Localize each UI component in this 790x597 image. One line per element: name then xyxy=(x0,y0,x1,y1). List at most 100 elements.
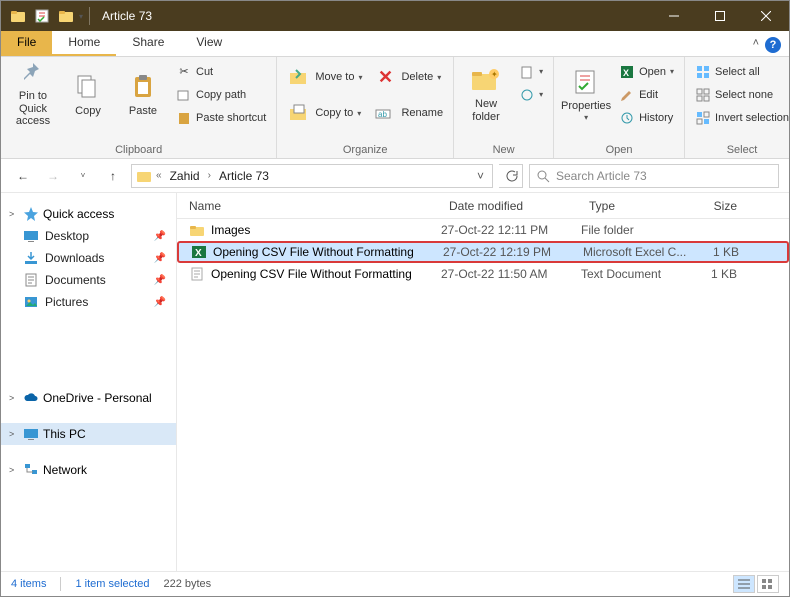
icons-view-button[interactable] xyxy=(757,575,779,593)
easyaccess-icon xyxy=(519,87,535,103)
edit-icon xyxy=(619,87,635,103)
status-items: 4 items xyxy=(11,578,46,590)
ribbon-collapse-icon[interactable]: ˄ xyxy=(753,37,759,49)
file-name: Opening CSV File Without Formatting xyxy=(213,245,414,259)
back-button[interactable]: ← xyxy=(11,164,35,188)
group-clipboard: Pin to Quick access Copy Paste ✂Cut Copy… xyxy=(1,57,277,158)
pasteshortcut-button[interactable]: Paste shortcut xyxy=(172,107,270,128)
navigation-pane: ˃Quick access Desktop📌 Downloads📌 Docume… xyxy=(1,193,177,571)
address-box[interactable]: « Zahid › Article 73 ˅ xyxy=(131,164,493,188)
open-button[interactable]: XOpen▾ xyxy=(615,61,678,82)
clipboard-group-label: Clipboard xyxy=(1,144,276,156)
copy-label: Copy xyxy=(75,105,101,118)
nav-network[interactable]: ˃Network xyxy=(1,459,176,481)
nav-desktop[interactable]: Desktop📌 xyxy=(1,225,176,247)
cut-button[interactable]: ✂Cut xyxy=(172,61,270,82)
forward-button[interactable]: → xyxy=(41,164,65,188)
pin-icon xyxy=(17,60,49,88)
invert-button[interactable]: Invert selection xyxy=(691,107,790,128)
rename-icon: ab xyxy=(373,101,397,125)
group-open: Properties▾ XOpen▾ Edit History Open xyxy=(554,57,685,158)
delete-button[interactable]: ✕Delete▾ xyxy=(369,61,447,93)
nav-downloads[interactable]: Downloads📌 xyxy=(1,247,176,269)
file-name: Images xyxy=(211,223,250,237)
chevron-icon[interactable]: « xyxy=(156,170,162,181)
file-date: 27-Oct-22 11:50 AM xyxy=(441,267,581,281)
col-name[interactable]: Name xyxy=(177,199,441,213)
search-icon xyxy=(536,169,550,183)
newfolder-label: New folder xyxy=(462,98,510,123)
ribbon: Pin to Quick access Copy Paste ✂Cut Copy… xyxy=(1,57,789,159)
copypath-button[interactable]: Copy path xyxy=(172,84,270,105)
select-group-label: Select xyxy=(685,144,790,156)
selectnone-button[interactable]: Select none xyxy=(691,84,790,105)
tab-home[interactable]: Home xyxy=(52,31,116,56)
file-size: 1 KB xyxy=(701,267,761,281)
newfolder-button[interactable]: ✦ New folder xyxy=(460,61,512,127)
star-icon xyxy=(23,206,39,222)
rename-button[interactable]: abRename xyxy=(369,97,447,129)
invert-icon xyxy=(695,110,711,126)
delete-icon: ✕ xyxy=(373,65,397,89)
col-size[interactable]: Size xyxy=(701,199,761,213)
search-placeholder: Search Article 73 xyxy=(556,169,647,183)
nav-documents[interactable]: Documents📌 xyxy=(1,269,176,291)
crumb-article[interactable]: Article 73 xyxy=(215,167,273,185)
address-dropdown[interactable]: ˅ xyxy=(473,169,488,183)
cloud-icon xyxy=(23,390,39,406)
tab-file[interactable]: File xyxy=(1,31,52,56)
documents-icon xyxy=(23,272,39,288)
details-view-button[interactable] xyxy=(733,575,755,593)
close-button[interactable] xyxy=(743,1,789,31)
nav-onedrive[interactable]: ˃OneDrive - Personal xyxy=(1,387,176,409)
properties-icon[interactable] xyxy=(31,5,53,27)
newfolder-icon: ✦ xyxy=(470,64,502,96)
maximize-button[interactable] xyxy=(697,1,743,31)
minimize-button[interactable] xyxy=(651,1,697,31)
tab-share[interactable]: Share xyxy=(116,31,180,56)
moveto-button[interactable]: Move to▾ xyxy=(283,61,366,93)
copy-button[interactable]: Copy xyxy=(62,61,114,127)
column-headers: Name Date modified Type Size xyxy=(177,193,789,219)
paste-label: Paste xyxy=(129,105,157,118)
refresh-button[interactable] xyxy=(499,164,523,188)
copyto-button[interactable]: Copy to▾ xyxy=(283,97,366,129)
file-row[interactable]: Opening CSV File Without Formatting27-Oc… xyxy=(177,263,789,285)
search-input[interactable]: Search Article 73 xyxy=(529,164,779,188)
nav-pictures[interactable]: Pictures📌 xyxy=(1,291,176,313)
col-type[interactable]: Type xyxy=(581,199,701,213)
nav-thispc[interactable]: ˃This PC xyxy=(1,423,176,445)
edit-button[interactable]: Edit xyxy=(615,84,678,105)
downloads-icon xyxy=(23,250,39,266)
organize-group-label: Organize xyxy=(277,144,453,156)
copypath-icon xyxy=(176,87,192,103)
crumb-zahid[interactable]: Zahid xyxy=(166,167,204,185)
file-list: Images27-Oct-22 12:11 PMFile folderXOpen… xyxy=(177,219,789,285)
qat-dropdown[interactable]: ▾ xyxy=(79,12,83,21)
newitem-button[interactable]: ▾ xyxy=(515,61,547,82)
recent-dropdown[interactable]: ˅ xyxy=(71,164,95,188)
file-row[interactable]: XOpening CSV File Without Formatting27-O… xyxy=(177,241,789,263)
file-row[interactable]: Images27-Oct-22 12:11 PMFile folder xyxy=(177,219,789,241)
help-icon[interactable]: ? xyxy=(765,37,781,53)
up-button[interactable]: ↑ xyxy=(101,164,125,188)
easyaccess-button[interactable]: ▾ xyxy=(515,84,547,105)
quick-access-header[interactable]: ˃Quick access xyxy=(1,203,176,225)
folder-icon xyxy=(136,168,152,184)
tab-view[interactable]: View xyxy=(180,31,238,56)
selectall-button[interactable]: Select all xyxy=(691,61,790,82)
newitem-icon xyxy=(519,64,535,80)
properties-button[interactable]: Properties▾ xyxy=(560,61,612,127)
new-group-label: New xyxy=(454,144,553,156)
paste-button[interactable]: Paste xyxy=(117,61,169,127)
history-button[interactable]: History xyxy=(615,107,678,128)
group-new: ✦ New folder ▾ ▾ New xyxy=(454,57,554,158)
chevron-icon[interactable]: › xyxy=(208,170,211,181)
content-area: ˃Quick access Desktop📌 Downloads📌 Docume… xyxy=(1,193,789,571)
folder-icon xyxy=(189,222,205,238)
open-icon: X xyxy=(619,64,635,80)
col-date[interactable]: Date modified xyxy=(441,199,581,213)
pin-quick-access-button[interactable]: Pin to Quick access xyxy=(7,61,59,127)
group-organize: Move to▾ Copy to▾ ✕Delete▾ abRename Orga… xyxy=(277,57,454,158)
file-pane: Name Date modified Type Size Images27-Oc… xyxy=(177,193,789,571)
